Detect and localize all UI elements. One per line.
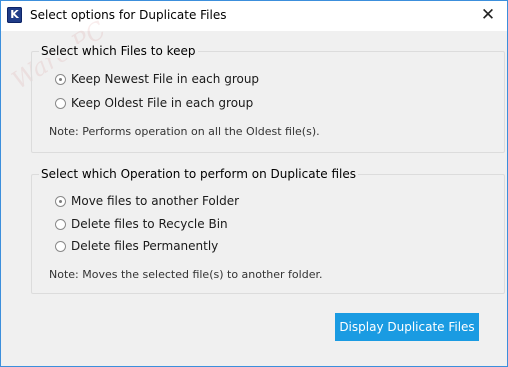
window-title: Select options for Duplicate Files	[30, 8, 227, 22]
move-files-label: Move files to another Folder	[71, 194, 240, 208]
move-files-option[interactable]: Move files to another Folder	[55, 193, 239, 209]
title-bar: K Select options for Duplicate Files ✕	[1, 1, 507, 31]
delete-recycle-option[interactable]: Delete files to Recycle Bin	[55, 216, 228, 232]
keep-files-group: Select which Files to keep Keep Newest F…	[31, 44, 505, 153]
close-icon[interactable]: ✕	[475, 3, 501, 27]
keep-files-note: Note: Performs operation on all the Olde…	[49, 125, 320, 138]
delete-permanently-label: Delete files Permanently	[71, 239, 219, 253]
move-files-radio[interactable]	[55, 195, 66, 207]
keep-oldest-option[interactable]: Keep Oldest File in each group	[55, 95, 253, 111]
keep-newest-label: Keep Newest File in each group	[71, 72, 260, 86]
delete-permanently-radio[interactable]	[55, 240, 66, 252]
dialog-window: K Select options for Duplicate Files ✕ W…	[0, 0, 508, 367]
delete-recycle-label: Delete files to Recycle Bin	[71, 217, 228, 231]
keep-newest-radio[interactable]	[55, 73, 66, 85]
keep-oldest-label: Keep Oldest File in each group	[71, 96, 254, 110]
dialog-body: Ware PC Select which Files to keep Keep …	[1, 16, 507, 366]
delete-permanently-option[interactable]: Delete files Permanently	[55, 238, 218, 254]
delete-recycle-radio[interactable]	[55, 218, 66, 230]
operation-group-title: Select which Operation to perform on Dup…	[39, 167, 358, 181]
operation-group: Select which Operation to perform on Dup…	[31, 167, 505, 294]
operation-note: Note: Moves the selected file(s) to anot…	[49, 268, 323, 281]
keep-files-group-title: Select which Files to keep	[39, 44, 198, 58]
keep-newest-option[interactable]: Keep Newest File in each group	[55, 71, 259, 87]
keep-oldest-radio[interactable]	[55, 97, 66, 109]
app-icon: K	[7, 7, 22, 23]
display-duplicate-files-button[interactable]: Display Duplicate Files	[335, 313, 479, 341]
